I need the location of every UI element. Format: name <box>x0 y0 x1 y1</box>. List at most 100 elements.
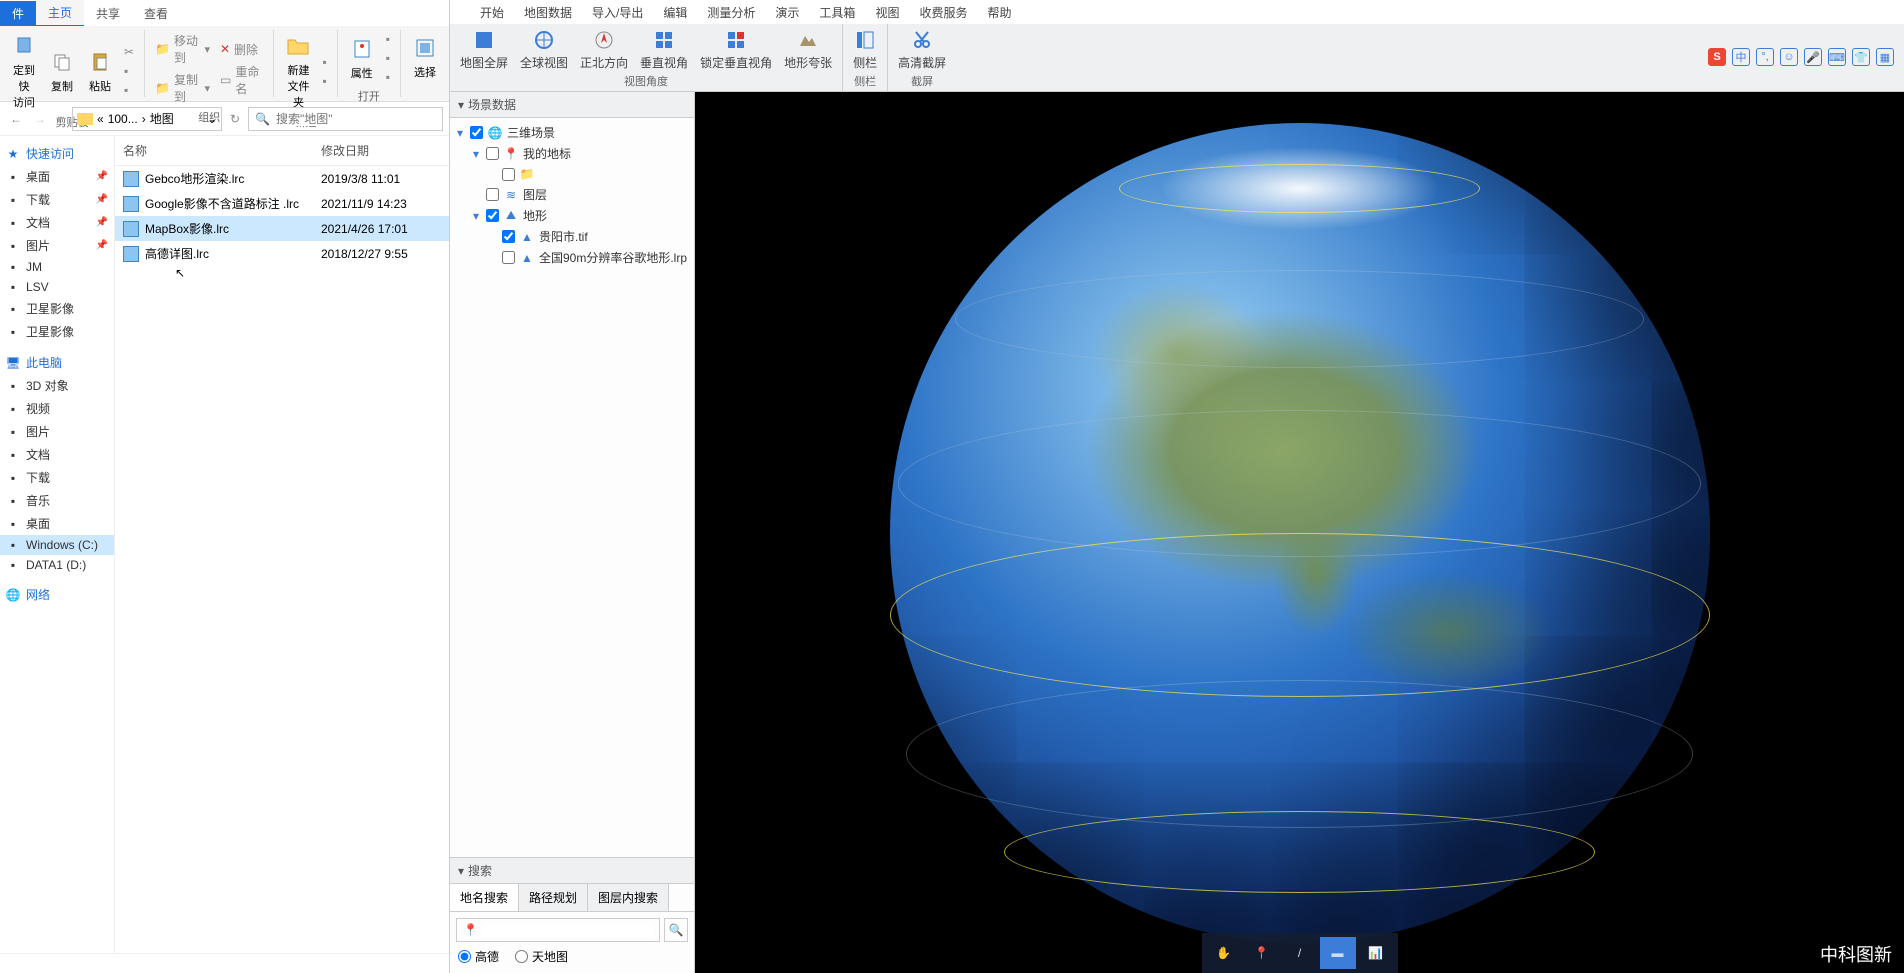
nav-quick-item[interactable]: ▪JM <box>0 257 114 277</box>
nav-pc-item[interactable]: ▪视频 <box>0 397 114 420</box>
search-tab[interactable]: 路径规划 <box>519 884 588 911</box>
tree-checkbox[interactable] <box>486 147 499 160</box>
back-button[interactable]: ← <box>6 110 26 128</box>
tree-checkbox[interactable] <box>470 126 483 139</box>
refresh-button[interactable]: ↻ <box>226 110 244 128</box>
properties-button[interactable]: 属性 <box>344 33 380 83</box>
file-row[interactable]: Google影像不含道路标注 .lrc2021/11/9 14:23 <box>115 191 449 216</box>
rename-button[interactable]: ▭重命名 <box>216 61 268 99</box>
ime-tools-button[interactable]: ▦ <box>1876 48 1894 66</box>
terrain-exag-button[interactable]: 地形夸张 <box>778 26 838 73</box>
open-button[interactable]: ▪ <box>382 30 394 48</box>
address-input[interactable]: « 100... › 地图 ⌄ <box>72 107 222 131</box>
scene-panel-header[interactable]: ▾场景数据 <box>450 92 694 118</box>
nav-pc-item[interactable]: ▪音乐 <box>0 489 114 512</box>
menu-item[interactable]: 收费服务 <box>919 4 967 21</box>
explorer-search[interactable]: 🔍 <box>248 107 443 131</box>
measure-tool-button[interactable]: 📊 <box>1358 937 1394 969</box>
tree-layers[interactable]: ≋图层 <box>454 184 690 205</box>
ime-punct-button[interactable]: °, <box>1756 48 1774 66</box>
hand-tool-button[interactable]: ✋ <box>1206 937 1242 969</box>
toggle-icon[interactable]: ▾ <box>470 209 482 223</box>
file-row[interactable]: Gebco地形渲染.lrc2019/3/8 11:01 <box>115 166 449 191</box>
vertview-button[interactable]: 垂直视角 <box>634 26 694 73</box>
ime-voice-button[interactable]: 🎤 <box>1804 48 1822 66</box>
new-item-button[interactable]: ▪ <box>318 53 330 71</box>
marker-tool-button[interactable]: 📍 <box>1244 937 1280 969</box>
line-tool-button[interactable]: / <box>1282 937 1318 969</box>
nav-quick-item[interactable]: ▪下载📌 <box>0 188 114 211</box>
nav-pc-item[interactable]: ▪3D 对象 <box>0 374 114 397</box>
sidebar-button[interactable]: 侧栏 <box>847 26 883 73</box>
fullmap-button[interactable]: 地图全屏 <box>454 26 514 73</box>
ime-emoji-button[interactable]: ☺ <box>1780 48 1798 66</box>
tree-root[interactable]: ▾🌐三维场景 <box>454 122 690 143</box>
cut-button[interactable]: ✂ <box>120 43 138 61</box>
menu-item[interactable]: 导入/导出 <box>592 4 643 21</box>
tree-checkbox[interactable] <box>486 209 499 222</box>
pin-quickaccess-button[interactable]: 定到快 访问 <box>6 30 42 112</box>
menu-item[interactable]: 视图 <box>875 4 899 21</box>
menu-item[interactable]: 测量分析 <box>707 4 755 21</box>
northup-button[interactable]: 正北方向 <box>574 26 634 73</box>
moveto-button[interactable]: 📁移动到 ▾ <box>151 30 214 68</box>
tree-myplaces[interactable]: ▾📍我的地标 <box>454 143 690 164</box>
globalview-button[interactable]: 全球视图 <box>514 26 574 73</box>
nav-quick-item[interactable]: ▪卫星影像 <box>0 320 114 343</box>
menu-item[interactable]: 地图数据 <box>524 4 572 21</box>
tree-folder-empty[interactable]: 📁 <box>454 164 690 184</box>
nav-quick-item[interactable]: ▪文档📌 <box>0 211 114 234</box>
ime-sogou-icon[interactable]: S <box>1708 48 1726 66</box>
tree-terrain-item[interactable]: ▲贵阳市.tif <box>454 226 690 247</box>
delete-button[interactable]: ✕删除 <box>216 39 268 60</box>
tree-checkbox[interactable] <box>502 168 515 181</box>
ime-keyboard-button[interactable]: ⌨ <box>1828 48 1846 66</box>
forward-button[interactable]: → <box>30 110 50 128</box>
tree-checkbox[interactable] <box>502 251 515 264</box>
globe[interactable] <box>890 123 1710 943</box>
toggle-icon[interactable]: ▾ <box>470 147 482 161</box>
new-folder-button[interactable]: 新建 文件夹 <box>280 30 316 112</box>
nav-this-pc[interactable]: 🖥此电脑 <box>0 351 114 374</box>
menu-item[interactable]: 开始 <box>480 4 504 21</box>
tab-file[interactable]: 件 <box>0 1 36 26</box>
radio-tianditu[interactable]: 天地图 <box>515 948 568 965</box>
nav-pc-item[interactable]: ▪图片 <box>0 420 114 443</box>
lockvert-button[interactable]: 锁定垂直视角 <box>694 26 778 73</box>
paste-button[interactable]: 粘贴 <box>82 46 118 96</box>
nav-quick-access[interactable]: ★快速访问 <box>0 142 114 165</box>
toggle-icon[interactable]: ▾ <box>454 126 466 140</box>
nav-network[interactable]: 🌐网络 <box>0 583 114 606</box>
menu-item[interactable]: 工具箱 <box>819 4 855 21</box>
column-date[interactable]: 修改日期 <box>321 142 441 159</box>
column-name[interactable]: 名称 <box>123 142 321 159</box>
menu-item[interactable]: 帮助 <box>987 4 1011 21</box>
select-button[interactable]: 选择 <box>407 32 443 82</box>
ime-lang-button[interactable]: 中 <box>1732 48 1750 66</box>
menu-item[interactable]: 演示 <box>775 4 799 21</box>
tab-share[interactable]: 共享 <box>84 1 132 26</box>
nav-quick-item[interactable]: ▪卫星影像 <box>0 297 114 320</box>
up-button[interactable]: ↑ <box>54 110 68 128</box>
nav-pc-item[interactable]: ▪DATA1 (D:) <box>0 555 114 575</box>
chevron-down-icon[interactable]: ⌄ <box>207 112 217 126</box>
file-row[interactable]: MapBox影像.lrc2021/4/26 17:01 <box>115 216 449 241</box>
tree-checkbox[interactable] <box>486 188 499 201</box>
tree-terrain-item[interactable]: ▲全国90m分辨率谷歌地形.lrp <box>454 247 690 268</box>
radio-gaode[interactable]: 高德 <box>458 948 499 965</box>
nav-quick-item[interactable]: ▪图片📌 <box>0 234 114 257</box>
place-search-input[interactable]: 📍 <box>456 918 660 942</box>
easy-access-button[interactable]: ▪ <box>318 72 330 90</box>
ime-skin-button[interactable]: 👕 <box>1852 48 1870 66</box>
edit-button[interactable]: ▪ <box>382 49 394 67</box>
tab-home[interactable]: 主页 <box>36 0 84 27</box>
search-go-button[interactable]: 🔍 <box>664 918 688 942</box>
nav-pc-item[interactable]: ▪文档 <box>0 443 114 466</box>
copy-path-button[interactable]: ▪ <box>120 62 138 80</box>
nav-pc-item[interactable]: ▪Windows (C:) <box>0 535 114 555</box>
paste-shortcut-button[interactable]: ▪ <box>120 81 138 99</box>
nav-quick-item[interactable]: ▪LSV <box>0 277 114 297</box>
nav-pc-item[interactable]: ▪下载 <box>0 466 114 489</box>
search-panel-header[interactable]: ▾搜索 <box>450 858 694 884</box>
nav-quick-item[interactable]: ▪桌面📌 <box>0 165 114 188</box>
